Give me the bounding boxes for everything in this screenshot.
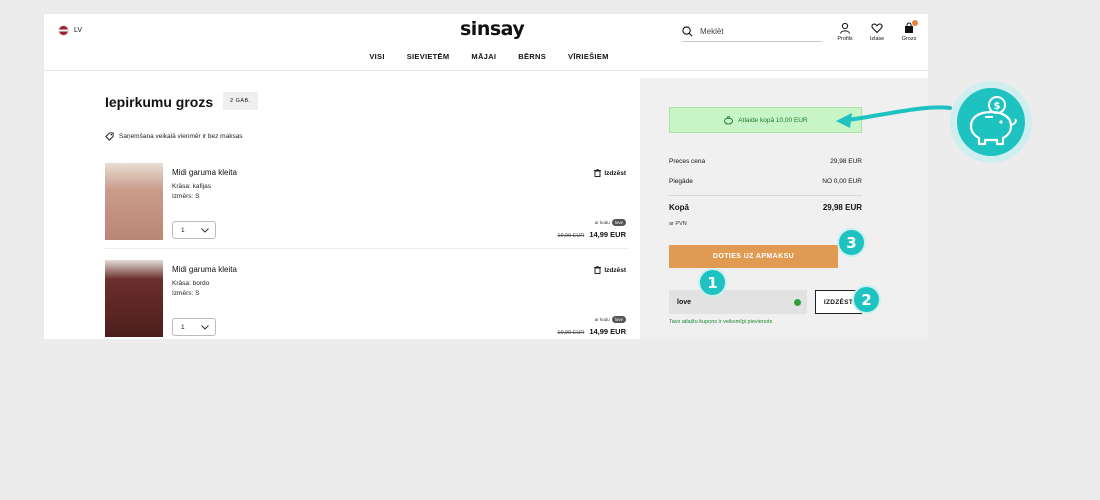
product-name[interactable]: Midi garuma kleita <box>172 168 237 177</box>
price: 19,99 EUR 14,99 EUR <box>557 230 626 239</box>
summary-divider <box>669 195 862 196</box>
nav-item-home[interactable]: MĀJAI <box>471 52 496 61</box>
cart-label: Grozs <box>901 36 917 42</box>
nav-item-men[interactable]: VĪRIEŠIEM <box>568 52 609 61</box>
delivery-value: NO 0,00 EUR <box>822 178 862 185</box>
page-title: Iepirkumu grozs <box>105 94 214 110</box>
price: 19,99 EUR 14,99 EUR <box>557 327 626 336</box>
delete-item-button[interactable]: Izdzēst <box>594 266 626 274</box>
step-badge-1: 1 <box>698 268 727 297</box>
new-price: 14,99 EUR <box>589 327 626 336</box>
delete-label: Izdzēst <box>604 266 626 274</box>
profile-button[interactable]: Profils <box>836 22 854 42</box>
checkout-button[interactable]: DOTIES UZ APMAKSU <box>669 245 838 268</box>
cart-item: Midi garuma kleita Krāsa: bordo Izmērs: … <box>105 260 628 339</box>
old-price: 19,99 EUR <box>557 233 585 239</box>
search-icon <box>682 25 693 36</box>
piggy-bank-icon <box>724 115 734 125</box>
item-divider <box>105 248 628 249</box>
header: LV sinsay Profils Izlase Grozs <box>44 14 928 70</box>
favorites-button[interactable]: Izlase <box>868 22 886 42</box>
product-size: Izmērs: S <box>172 193 200 200</box>
total-label: Kopā <box>669 203 689 212</box>
subtotal-value: 29,98 EUR <box>830 158 862 165</box>
header-icons: Profils Izlase Grozs <box>836 20 918 42</box>
shop-window: LV sinsay Profils Izlase Grozs <box>44 14 928 339</box>
code-badge: love <box>611 316 626 323</box>
summary-row-subtotal: Preces cena 29,98 EUR <box>669 158 862 165</box>
coupon-value: love <box>677 298 692 306</box>
step-badge-3: 3 <box>837 228 866 257</box>
product-size: Izmērs: S <box>172 290 200 297</box>
cart-button[interactable]: Grozs <box>900 20 918 42</box>
discount-text: Atlaide kopā 10,00 EUR <box>738 116 808 124</box>
code-prefix: ar kodu <box>594 317 610 322</box>
cart-count-badge <box>912 20 918 26</box>
product-image[interactable] <box>105 163 163 240</box>
trash-icon <box>594 169 602 177</box>
search-bar[interactable] <box>682 21 822 42</box>
quantity-select[interactable]: 1 <box>172 221 216 239</box>
new-price: 14,99 EUR <box>589 230 626 239</box>
product-name[interactable]: Midi garuma kleita <box>172 265 237 274</box>
subtotal-label: Preces cena <box>669 158 706 165</box>
promo-code-line: ar kodu love <box>595 219 626 226</box>
profile-label: Profils <box>837 36 853 42</box>
item-count-badge: 2 GAB. <box>223 92 258 110</box>
delivery-label: Piegāde <box>669 178 693 185</box>
vat-note: ar PVN <box>669 221 687 227</box>
favorites-label: Izlase <box>869 36 885 42</box>
user-icon <box>840 22 850 34</box>
step-badge-2: 2 <box>852 285 881 314</box>
sinsay-logo[interactable]: sinsay <box>460 18 525 40</box>
main-nav: VISI SIEVIETĒM MĀJAI BĒRNS VĪRIEŠIEM <box>44 52 928 61</box>
piggy-bank-coin-icon: $ <box>969 96 1017 146</box>
cart-item: Midi garuma kleita Krāsa: kafijas Izmērs… <box>105 163 628 243</box>
latvia-flag-icon <box>58 25 69 36</box>
code-badge: love <box>611 219 626 226</box>
total-value: 29,98 EUR <box>822 203 862 212</box>
quantity-select[interactable]: 1 <box>172 318 216 336</box>
pickup-note-text: Saņemšana veikalā vienmēr ir bez maksas <box>119 133 243 140</box>
promo-code-line: ar kodu love <box>595 316 626 323</box>
old-price: 19,99 EUR <box>557 330 585 336</box>
language-selector[interactable]: LV <box>58 25 82 36</box>
savings-badge: $ <box>957 88 1025 156</box>
product-color: Krāsa: bordo <box>172 280 210 287</box>
nav-item-all[interactable]: VISI <box>369 52 384 61</box>
delete-item-button[interactable]: Izdzēst <box>594 169 626 177</box>
nav-item-kids[interactable]: BĒRNS <box>518 52 546 61</box>
coupon-success-message: Tavs atlaižu kupons ir veiksmīgi pievien… <box>669 319 773 325</box>
search-input[interactable] <box>700 26 810 36</box>
coupon-field[interactable]: love <box>669 290 807 314</box>
tag-icon <box>105 132 114 141</box>
quantity-value: 1 <box>181 226 185 234</box>
quantity-value: 1 <box>181 323 185 331</box>
product-image[interactable] <box>105 260 163 337</box>
summary-row-delivery: Piegāde NO 0,00 EUR <box>669 178 862 185</box>
summary-row-total: Kopā 29,98 EUR <box>669 203 862 212</box>
nav-item-women[interactable]: SIEVIETĒM <box>407 52 450 61</box>
chevron-down-icon <box>201 227 209 233</box>
check-icon <box>794 298 801 306</box>
chevron-down-icon <box>201 324 209 330</box>
pointer-arrow-icon <box>836 105 952 128</box>
heart-icon <box>871 23 883 34</box>
pickup-note: Saņemšana veikalā vienmēr ir bez maksas <box>105 132 243 141</box>
header-divider <box>44 70 928 71</box>
bag-icon-wrap <box>903 20 918 34</box>
code-prefix: ar kodu <box>594 220 610 225</box>
delete-label: Izdzēst <box>604 169 626 177</box>
product-color: Krāsa: kafijas <box>172 183 212 190</box>
svg-text:$: $ <box>994 101 1001 112</box>
trash-icon <box>594 266 602 274</box>
language-label: LV <box>74 27 83 34</box>
